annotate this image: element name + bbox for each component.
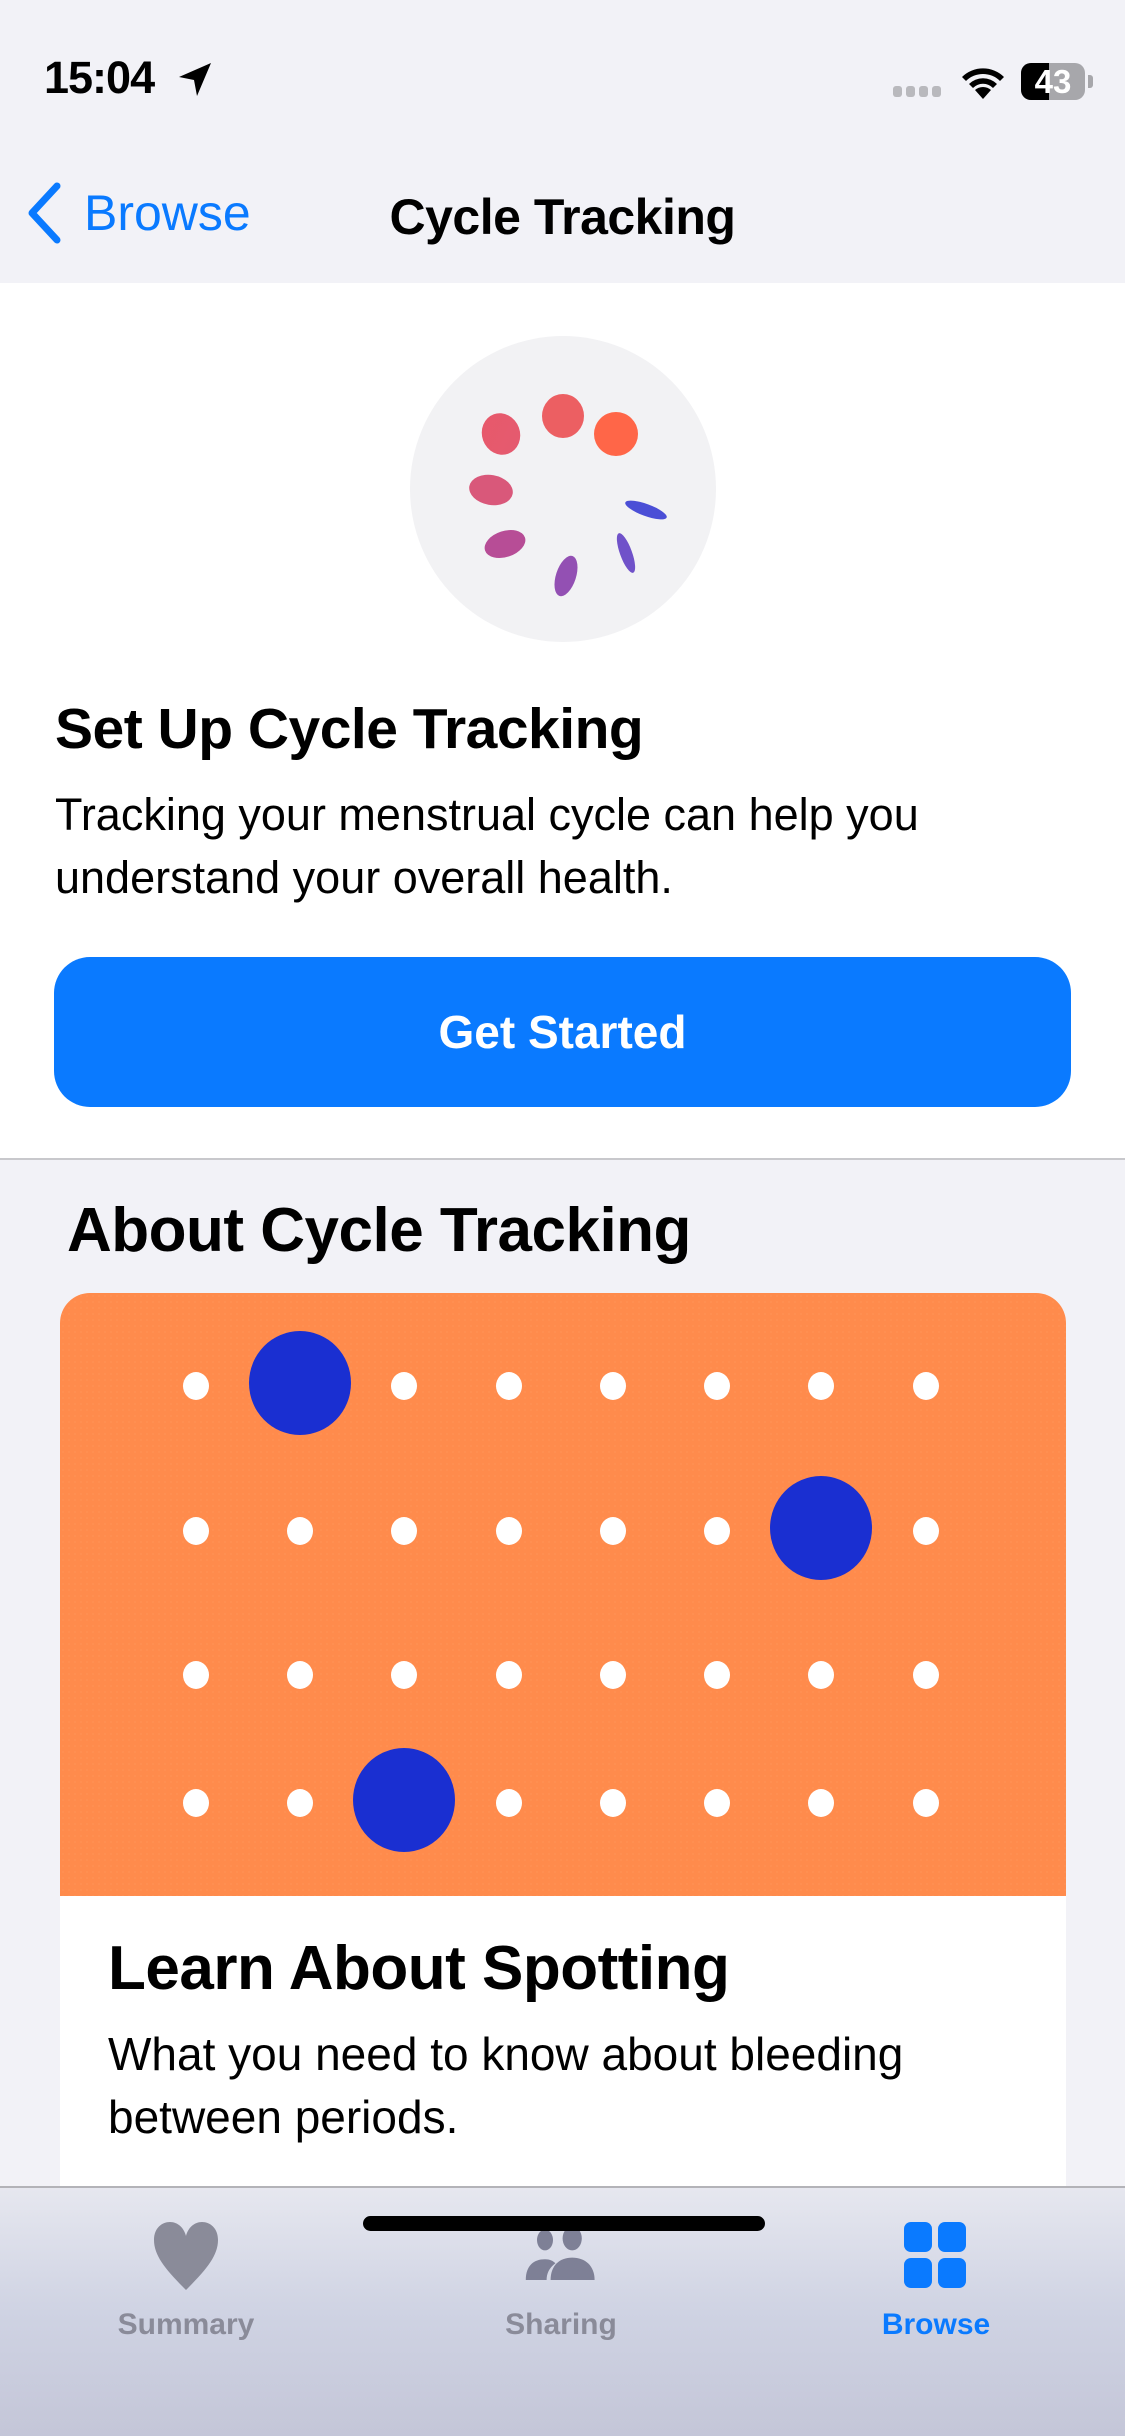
cellular-signal-icon bbox=[893, 86, 941, 97]
white-dot bbox=[183, 1661, 209, 1689]
wifi-icon bbox=[962, 68, 1004, 99]
white-dot bbox=[496, 1372, 522, 1400]
tab-browse[interactable]: Browse bbox=[836, 2216, 1036, 2342]
status-time: 15:04 bbox=[44, 52, 155, 103]
white-dot bbox=[704, 1517, 730, 1545]
blue-dot bbox=[353, 1748, 455, 1852]
tab-browse-label: Browse bbox=[881, 2308, 991, 2341]
white-dot bbox=[913, 1661, 939, 1689]
heart-icon bbox=[154, 2222, 218, 2290]
battery-indicator: 43 bbox=[1021, 63, 1085, 100]
white-dot bbox=[391, 1372, 417, 1400]
white-dot bbox=[600, 1372, 626, 1400]
white-dot bbox=[808, 1789, 834, 1817]
white-dot bbox=[287, 1517, 313, 1545]
white-dot bbox=[600, 1517, 626, 1545]
battery-percent: 43 bbox=[1034, 63, 1072, 100]
article-card-spotting[interactable]: Learn About Spotting What you need to kn… bbox=[60, 1293, 1066, 2193]
white-dot bbox=[183, 1517, 209, 1545]
location-arrow-icon bbox=[179, 63, 211, 96]
white-dot bbox=[287, 1789, 313, 1817]
white-dot bbox=[496, 1517, 522, 1545]
white-dot bbox=[183, 1789, 209, 1817]
tab-summary-label: Summary bbox=[117, 2308, 255, 2341]
article-title: Learn About Spotting bbox=[108, 1934, 730, 2003]
blue-dot bbox=[249, 1331, 351, 1435]
cycle-tracking-icon bbox=[410, 336, 716, 642]
page-title: Cycle Tracking bbox=[389, 189, 736, 245]
navigation-bar: Browse Cycle Tracking bbox=[0, 150, 1125, 283]
white-dot bbox=[600, 1661, 626, 1689]
setup-card: Set Up Cycle Tracking Tracking your mens… bbox=[0, 283, 1125, 1160]
article-description: What you need to know about bleeding bet… bbox=[108, 2028, 904, 2143]
tab-sharing[interactable]: Sharing bbox=[461, 2216, 661, 2342]
status-bar: 15:04 43 bbox=[0, 0, 1125, 150]
white-dot bbox=[287, 1661, 313, 1689]
white-dot bbox=[496, 1661, 522, 1689]
white-dot bbox=[496, 1789, 522, 1817]
white-dot bbox=[704, 1661, 730, 1689]
tab-sharing-label: Sharing bbox=[505, 2308, 617, 2341]
white-dot bbox=[808, 1372, 834, 1400]
white-dot bbox=[183, 1372, 209, 1400]
white-dot bbox=[913, 1517, 939, 1545]
dot-calendar-illustration bbox=[60, 1293, 1066, 1896]
tab-summary[interactable]: Summary bbox=[86, 2216, 286, 2342]
white-dot bbox=[913, 1789, 939, 1817]
white-dot bbox=[808, 1661, 834, 1689]
white-dot bbox=[704, 1789, 730, 1817]
white-dot bbox=[913, 1372, 939, 1400]
setup-title: Set Up Cycle Tracking bbox=[55, 697, 644, 761]
get-started-button[interactable]: Get Started bbox=[54, 957, 1071, 1107]
blue-dot bbox=[770, 1476, 872, 1580]
home-indicator[interactable] bbox=[363, 2216, 765, 2231]
about-section-title: About Cycle Tracking bbox=[67, 1196, 691, 1265]
white-dot bbox=[391, 1661, 417, 1689]
battery-nub bbox=[1088, 75, 1093, 88]
white-dot bbox=[391, 1517, 417, 1545]
setup-description: Tracking your menstrual cycle can help y… bbox=[55, 789, 919, 903]
white-dot bbox=[704, 1372, 730, 1400]
grid-icon bbox=[904, 2222, 966, 2288]
dot-grid bbox=[183, 1331, 939, 1852]
white-dot bbox=[600, 1789, 626, 1817]
